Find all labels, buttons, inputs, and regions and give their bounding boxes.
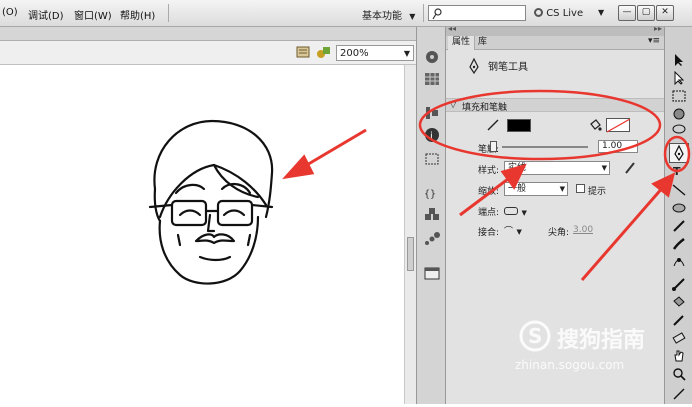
sogou-logo-icon: S	[519, 320, 551, 352]
watermark-title: 搜狗指南	[557, 328, 646, 353]
sogou-watermark: S 搜狗指南 zhinan.sogou.com	[505, 320, 692, 380]
annotation-ellipse-fill-stroke	[418, 89, 662, 161]
annotation-ellipse-pen-tool	[663, 135, 691, 173]
annotation-arrow-pen	[580, 172, 676, 281]
watermark-url: zhinan.sogou.com	[515, 358, 625, 372]
svg-text:S: S	[528, 324, 542, 348]
annotation-arrow-up	[459, 163, 527, 217]
